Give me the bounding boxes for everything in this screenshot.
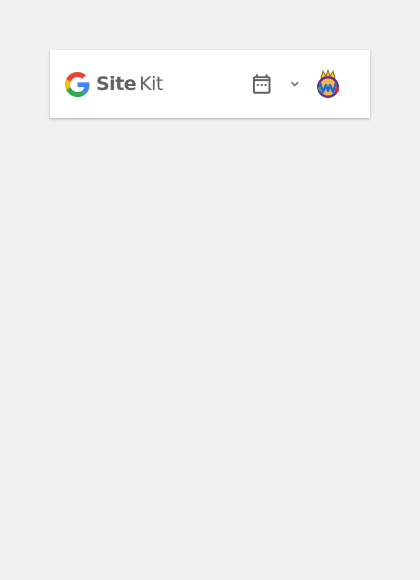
site-kit-header: Site Kit: [50, 50, 370, 118]
site-kit-wordmark: Site Kit: [96, 73, 163, 95]
calendar-icon: [252, 74, 271, 94]
avatar: [312, 68, 344, 100]
logo-text-site: Site: [96, 73, 137, 95]
google-g-logo-icon: [65, 71, 90, 97]
date-range-selector-button[interactable]: [246, 68, 304, 100]
site-kit-logo: Site Kit: [65, 71, 163, 97]
logo-text-kit: Kit: [139, 73, 163, 95]
user-avatar-button[interactable]: [312, 68, 344, 100]
chevron-down-icon: [291, 81, 300, 87]
